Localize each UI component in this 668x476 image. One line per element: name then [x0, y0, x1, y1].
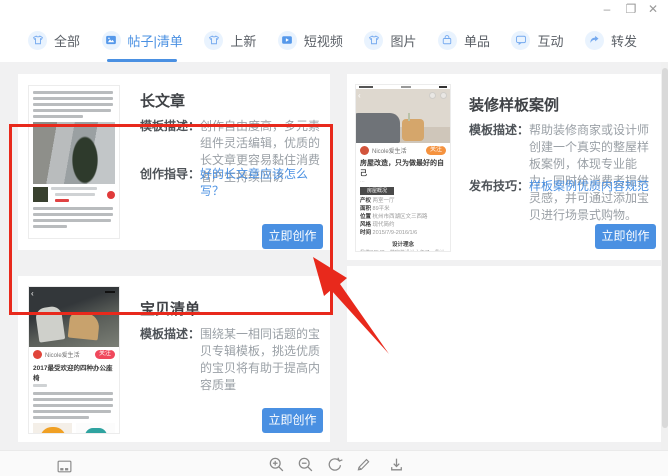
category-tabbar: 全部 帖子|清单 上新 短视频 图片 — [0, 18, 661, 62]
card-title: 宝贝清单 — [140, 298, 200, 319]
cart-dot-icon — [107, 191, 115, 199]
back-icon: ‹ — [31, 289, 34, 298]
item-list-preview: ‹ Nicole爱生活 关注 2017最受欢迎的四种办公座椅 — [28, 286, 120, 434]
tab-label: 互动 — [537, 31, 563, 50]
preview-paragraph: 我做SOHO，做家装设计六年了，我认为对于家居环境，每个人都应该有自己的追求和梦… — [356, 248, 450, 252]
monitor-icon[interactable] — [56, 458, 74, 476]
scrollbar-track — [661, 62, 668, 451]
tab-single-item[interactable]: 单品 — [438, 18, 490, 62]
shirt-icon — [204, 31, 223, 50]
preview-username: Nicole爱生活 — [372, 146, 407, 155]
preview-photo — [33, 122, 115, 184]
follow-pill: 关注 — [426, 146, 446, 155]
rotate-icon[interactable] — [326, 456, 344, 474]
zoom-out-icon[interactable] — [297, 456, 315, 474]
preview-username: Nicole爱生活 — [45, 350, 80, 359]
product-thumb — [33, 187, 48, 202]
avatar — [33, 350, 42, 359]
create-now-button[interactable]: 立即创作 — [262, 408, 323, 433]
preview-section-title: 设计理念 — [356, 237, 450, 248]
close-icon[interactable]: ✕ — [644, 1, 662, 17]
shirt-icon — [28, 31, 47, 50]
chat-icon — [511, 31, 530, 50]
tab-pictures[interactable]: 图片 — [364, 18, 416, 62]
template-grid: 长文章 模板描述： 创作自由度高，多元素组件灵活编辑，优质的长文章更容易黏住消费… — [0, 62, 668, 451]
app-window: – ❐ ✕ 全部 帖子|清单 上新 短视 — [0, 0, 668, 476]
preview-title: 房屋改造，只为做最好的自己 — [356, 155, 450, 178]
create-now-button[interactable]: 立即创作 — [262, 224, 323, 249]
tab-interaction[interactable]: 互动 — [511, 18, 563, 62]
download-icon[interactable] — [388, 456, 406, 474]
pencil-icon[interactable] — [355, 456, 373, 474]
tab-all[interactable]: 全部 — [28, 18, 80, 62]
preview-photo: ‹ — [29, 287, 119, 347]
circle-icon — [429, 92, 436, 99]
guide-link[interactable]: 好的长文章应该怎么写？ — [200, 166, 330, 200]
tab-label: 单品 — [464, 31, 490, 50]
desc-text: 帮助装修商家或设计师创建一个真实的整屋样板案例，体现专业能力；同时给消费者提供灵… — [529, 122, 653, 224]
card-item-list: ‹ Nicole爱生活 关注 2017最受欢迎的四种办公座椅 — [18, 276, 330, 442]
tab-label: 帖子|清单 — [128, 31, 183, 50]
product-image — [76, 423, 115, 434]
back-icon: ‹ — [358, 91, 361, 100]
guide-label: 创作指导： — [140, 166, 200, 200]
follow-pill: 关注 — [95, 350, 115, 359]
circle-icon — [440, 92, 447, 99]
tab-label: 图片 — [390, 31, 416, 50]
tab-label: 全部 — [54, 31, 80, 50]
create-now-button[interactable]: 立即创作 — [595, 224, 656, 249]
card-long-article: 长文章 模板描述： 创作自由度高，多元素组件灵活编辑，优质的长文章更容易黏住消费… — [18, 74, 330, 250]
card-decoration-case: ‹ Nicole爱生活 关注 房屋改造，只为做最好的自己 ⋯ 房屋概况 产权 两… — [347, 74, 661, 260]
desc-label: 模板描述： — [469, 122, 529, 224]
video-icon — [278, 31, 297, 50]
tab-label: 短视频 — [304, 31, 343, 50]
tips-label: 发布技巧： — [469, 178, 529, 195]
decoration-preview: ‹ Nicole爱生活 关注 房屋改造，只为做最好的自己 ⋯ 房屋概况 产权 两… — [355, 84, 451, 252]
maximize-icon[interactable]: ❐ — [622, 1, 640, 17]
preview-photo: ‹ — [356, 89, 450, 143]
card-title: 装修样板案例 — [469, 94, 559, 115]
shirt-icon — [364, 31, 383, 50]
card-empty-placeholder — [347, 266, 661, 442]
tab-short-video[interactable]: 短视频 — [278, 18, 343, 62]
desc-label: 模板描述： — [140, 326, 200, 394]
product-image — [33, 423, 72, 434]
tab-post-list[interactable]: 帖子|清单 — [102, 18, 183, 62]
share-arrow-icon — [585, 31, 604, 50]
card-title: 长文章 — [140, 90, 185, 111]
post-image-icon — [102, 31, 121, 50]
tab-new-arrival[interactable]: 上新 — [204, 18, 256, 62]
title-bar: – ❐ ✕ — [0, 0, 668, 18]
avatar — [360, 146, 369, 155]
desc-text: 围绕某一相同话题的宝贝专辑模板，挑选优质的宝贝将有助于提高内容质量 — [200, 326, 322, 394]
tab-label: 转发 — [611, 31, 637, 50]
zoom-in-icon[interactable] — [268, 456, 286, 474]
long-article-preview — [28, 85, 120, 239]
preview-title: 2017最受欢迎的四种办公座椅 — [29, 359, 119, 382]
bag-icon — [438, 31, 457, 50]
tab-repost[interactable]: 转发 — [585, 18, 637, 62]
preview-tag: 房屋概况 — [360, 187, 394, 195]
bottom-toolbar — [0, 450, 668, 476]
tips-link[interactable]: 样板案例优质内容规范 — [529, 178, 649, 195]
preview-product-row — [29, 184, 119, 202]
minimize-icon[interactable]: – — [598, 1, 616, 17]
tab-label: 上新 — [230, 31, 256, 50]
scrollbar-thumb[interactable] — [662, 68, 668, 428]
